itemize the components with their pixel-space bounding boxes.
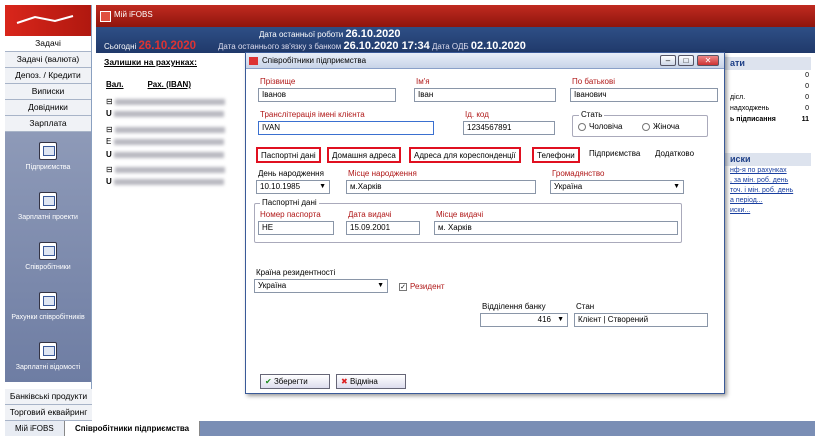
last-work-value: 26.10.2020 [345,28,401,40]
odb-value: 02.10.2020 [470,40,526,52]
nav-deposits[interactable]: Депоз. / Кредити [5,68,91,84]
dates-header: Дата останньої роботи 26.10.2020 Сьогодн… [96,27,815,53]
app-window: Задачі Задачі (валюта) Депоз. / Кредити … [0,0,815,436]
state-label: Стан [576,302,595,311]
calendar-icon [39,292,57,310]
nav-directories[interactable]: Довідники [5,100,91,116]
module-employees[interactable]: Співробітники [5,242,91,290]
bank-logo [5,5,91,36]
residence-label: Країна резидентності [256,268,336,277]
issue-place-label: Місце видачі [436,210,484,219]
balance-row[interactable]: ⊟ [106,97,225,106]
tab-home-address[interactable]: Домашня адреса [327,147,401,163]
nav-tasks[interactable]: Задачі [5,36,91,52]
passport-no-field[interactable]: НЕ [258,221,334,235]
nav-bank-products[interactable]: Банківські продукти [5,389,92,405]
salary-modules-panel: Підприємства Зарплатні проекти Співробіт… [5,132,91,382]
name-label: Ім'я [416,77,430,86]
col-account[interactable]: Рах. (IBAN) [148,80,191,89]
citizenship-label: Громадянство [552,169,605,178]
issue-place-field[interactable]: м. Харків [434,221,678,235]
balance-row[interactable]: U [106,177,225,186]
balance-row[interactable]: ⊟ [106,165,225,174]
dialog-title: Співробітники підприємства – □ ✕ [246,53,724,69]
checkmark-icon: ✔ [265,377,272,386]
today-value: 26.10.2020 [138,40,197,52]
tab-additional[interactable]: Додатково [652,147,697,163]
patronymic-field[interactable]: Іванович [570,88,718,102]
module-employee-accounts[interactable]: Рахунки співробітників [5,292,91,340]
id-code-label: Ід. код [465,110,489,119]
today-label: Сьогодні [104,42,137,51]
nav-tasks-currency[interactable]: Задачі (валюта) [5,52,91,68]
resident-checkbox[interactable]: ✓ Резидент [399,282,445,291]
tab-passport[interactable]: Паспортні дані [256,147,321,163]
surname-field[interactable]: Іванов [258,88,396,102]
last-conn-label: Дата останнього зв'язку з банком [218,42,342,51]
surname-label: Прізвище [260,77,296,86]
nav-salary[interactable]: Зарплата [5,116,91,132]
ledger-icon [39,342,57,360]
translit-label: Транслітерація імені клієнта [260,110,365,119]
sex-male-radio[interactable]: Чоловіча [578,122,622,131]
employee-icon [39,242,57,260]
bottom-tabs: Мій iFOBS Співробітники підприємства [5,421,815,436]
tab-my-ifobs[interactable]: Мій iFOBS [5,421,65,436]
issue-date-label: Дата видачі [348,210,392,219]
issue-date-field[interactable]: 15.09.2001 [346,221,420,235]
last-conn-value: 26.10.2020 17:34 [343,40,430,52]
passport-group-label: Паспортні дані [260,198,319,207]
left-sidebar: Задачі Задачі (валюта) Депоз. / Кредити … [5,5,92,421]
module-enterprises[interactable]: Підприємства [5,142,91,190]
logo-icon [16,15,74,24]
module-salary-statements[interactable]: Зарплатні відомості [5,342,91,390]
module-salary-projects[interactable]: Зарплатні проекти [5,192,91,240]
odb-label: Дата ОДБ [431,42,469,51]
sex-label: Стать [579,110,605,119]
employees-dialog: Співробітники підприємства – □ ✕ Прізвищ… [245,52,725,394]
document-icon [39,192,57,210]
cancel-button[interactable]: ✖ Відміна [336,374,406,389]
cross-icon: ✖ [341,377,348,386]
col-currency[interactable]: Вал. [106,80,124,89]
tab-correspondence-address[interactable]: Адреса для кореспонденції [409,147,521,163]
sex-female-radio[interactable]: Жіноча [642,122,679,131]
maximize-button[interactable]: □ [678,55,694,66]
app-title-bar: Мій iFOBS [96,5,815,27]
building-icon [39,142,57,160]
translit-field[interactable]: IVAN [258,121,434,135]
balance-row[interactable]: ⊟ [106,125,225,134]
balance-row[interactable]: U [106,109,225,118]
birth-date-picker[interactable]: 10.10.1985 [256,180,330,194]
save-button[interactable]: ✔ Зберегти [260,374,330,389]
birth-place-label: Місце народження [348,169,417,178]
residence-select[interactable]: Україна [254,279,388,293]
id-code-field[interactable]: 1234567891 [463,121,555,135]
passport-no-label: Номер паспорта [260,210,321,219]
close-button[interactable]: ✕ [697,55,719,66]
nav-statements[interactable]: Виписки [5,84,91,100]
branch-label: Відділення банку [482,302,546,311]
tab-enterprises[interactable]: Підприємства [586,147,643,163]
app-title: Мій iFOBS [114,10,153,19]
branch-select[interactable]: 416 [480,313,568,327]
tab-employees[interactable]: Співробітники підприємства [65,421,201,436]
name-field[interactable]: Іван [414,88,556,102]
nav-acquiring[interactable]: Торговий еквайринг [5,405,92,421]
tab-phones[interactable]: Телефони [532,147,580,163]
balance-row[interactable]: E [106,137,224,146]
patronymic-label: По батькові [572,77,615,86]
balances-title[interactable]: Залишки на рахунках: [104,57,197,67]
minimize-button[interactable]: – [660,55,676,66]
last-work-label: Дата останньої роботи [259,30,344,39]
citizenship-select[interactable]: Україна [550,180,684,194]
birth-date-label: День народження [258,169,324,178]
balance-row[interactable]: U [106,150,225,159]
birth-place-field[interactable]: м.Харків [346,180,536,194]
state-field: Клієнт | Створений [574,313,708,327]
